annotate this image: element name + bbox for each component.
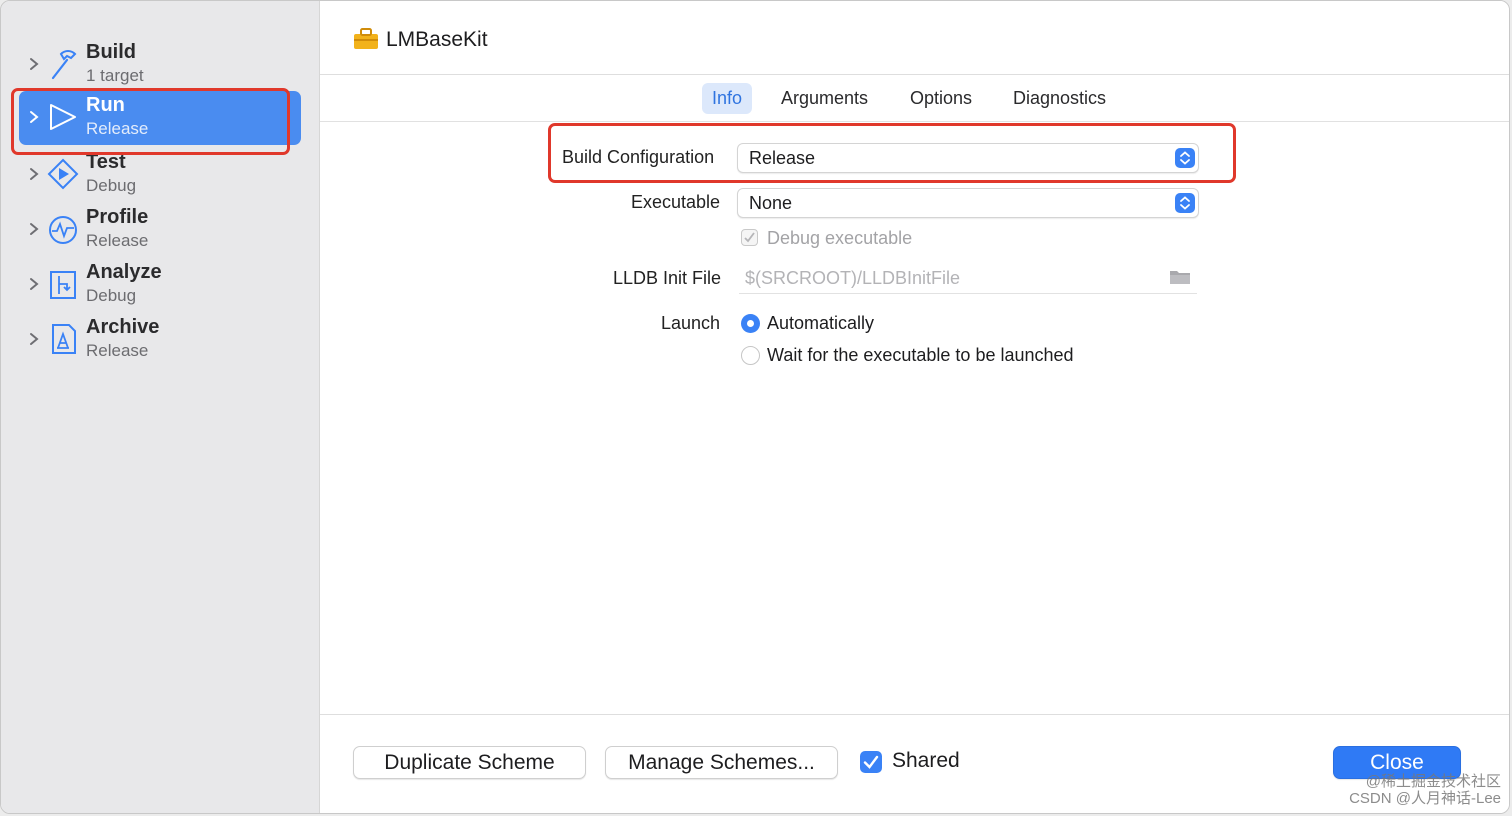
test-diamond-icon — [47, 158, 79, 190]
scheme-actions-sidebar: Build 1 target Run Release Test Debug Pr… — [1, 1, 320, 813]
hammer-icon — [51, 50, 77, 80]
lldb-init-file-placeholder: $(SRCROOT)/LLDBInitFile — [745, 268, 961, 288]
chevron-right-icon[interactable] — [27, 164, 41, 184]
scheme-detail-pane: LMBaseKit Info Arguments Options Diagnos… — [320, 1, 1509, 813]
sidebar-item-name: Archive — [86, 316, 160, 338]
chevron-right-icon[interactable] — [27, 54, 41, 74]
watermark-line-2: CSDN @人月神话-Lee — [1349, 790, 1501, 807]
launch-automatically-label[interactable]: Automatically — [767, 313, 874, 334]
scheme-tabs: Info Arguments Options Diagnostics — [320, 75, 1509, 122]
sidebar-item-test[interactable]: Test Debug — [19, 148, 301, 202]
chevron-right-icon[interactable] — [27, 219, 41, 239]
debug-executable-checkbox — [741, 229, 758, 246]
gauge-icon — [49, 216, 77, 244]
sidebar-item-profile[interactable]: Profile Release — [19, 203, 301, 257]
chevron-right-icon[interactable] — [27, 329, 41, 349]
sidebar-item-name: Build — [86, 41, 136, 63]
annotation-highlight-build-configuration — [548, 123, 1236, 183]
debug-executable-label: Debug executable — [767, 228, 913, 248]
launch-automatically-radio[interactable] — [741, 314, 760, 333]
analyze-icon — [50, 271, 76, 299]
watermark-line-1: @稀土掘金技术社区 — [1365, 773, 1501, 790]
launch-wait-radio[interactable] — [741, 346, 760, 365]
lldb-init-file-field[interactable]: $(SRCROOT)/LLDBInitFile — [739, 265, 1197, 294]
footer-bar: Duplicate Scheme Manage Schemes... Share… — [320, 714, 1509, 813]
sidebar-item-name: Analyze — [86, 261, 162, 283]
duplicate-scheme-button[interactable]: Duplicate Scheme — [353, 746, 586, 779]
checkmark-icon — [863, 755, 879, 769]
sidebar-item-subtitle: Release — [86, 341, 149, 360]
archive-icon — [52, 324, 76, 354]
scheme-header: LMBaseKit — [320, 1, 1509, 75]
sidebar-item-subtitle: Debug — [86, 286, 137, 305]
sidebar-item-name: Profile — [86, 206, 149, 228]
lldb-init-file-label: LLDB Init File — [613, 268, 722, 288]
updown-chevron-icon — [1175, 193, 1195, 213]
watermark: @稀土掘金技术社区 CSDN @人月神话-Lee — [1349, 773, 1501, 807]
folder-icon[interactable] — [1169, 268, 1191, 286]
launch-wait-label[interactable]: Wait for the executable to be launched — [767, 345, 1074, 366]
toolbox-icon — [354, 28, 378, 49]
annotation-highlight-run — [11, 88, 290, 155]
sidebar-item-archive[interactable]: Archive Release — [19, 313, 301, 367]
sidebar-item-subtitle: Debug — [86, 176, 137, 195]
executable-popup[interactable]: None — [737, 188, 1199, 218]
shared-checkbox[interactable] — [860, 751, 882, 773]
tab-arguments[interactable]: Arguments — [771, 83, 878, 114]
tab-options[interactable]: Options — [900, 83, 982, 114]
tab-diagnostics[interactable]: Diagnostics — [1003, 83, 1116, 114]
checkmark-icon — [744, 232, 755, 243]
sidebar-item-analyze[interactable]: Analyze Debug — [19, 258, 301, 312]
sidebar-item-subtitle: 1 target — [86, 66, 144, 85]
chevron-right-icon[interactable] — [27, 274, 41, 294]
launch-label: Launch — [661, 313, 721, 333]
executable-value: None — [749, 193, 793, 213]
tab-info[interactable]: Info — [702, 83, 753, 114]
scheme-title: LMBaseKit — [386, 28, 488, 51]
sidebar-item-subtitle: Release — [86, 231, 149, 250]
sidebar-item-build[interactable]: Build 1 target — [19, 38, 301, 92]
scheme-editor-window: Build 1 target Run Release Test Debug Pr… — [0, 0, 1510, 814]
shared-label[interactable]: Shared — [892, 749, 960, 773]
manage-schemes-button[interactable]: Manage Schemes... — [605, 746, 838, 779]
executable-label: Executable — [631, 192, 721, 212]
